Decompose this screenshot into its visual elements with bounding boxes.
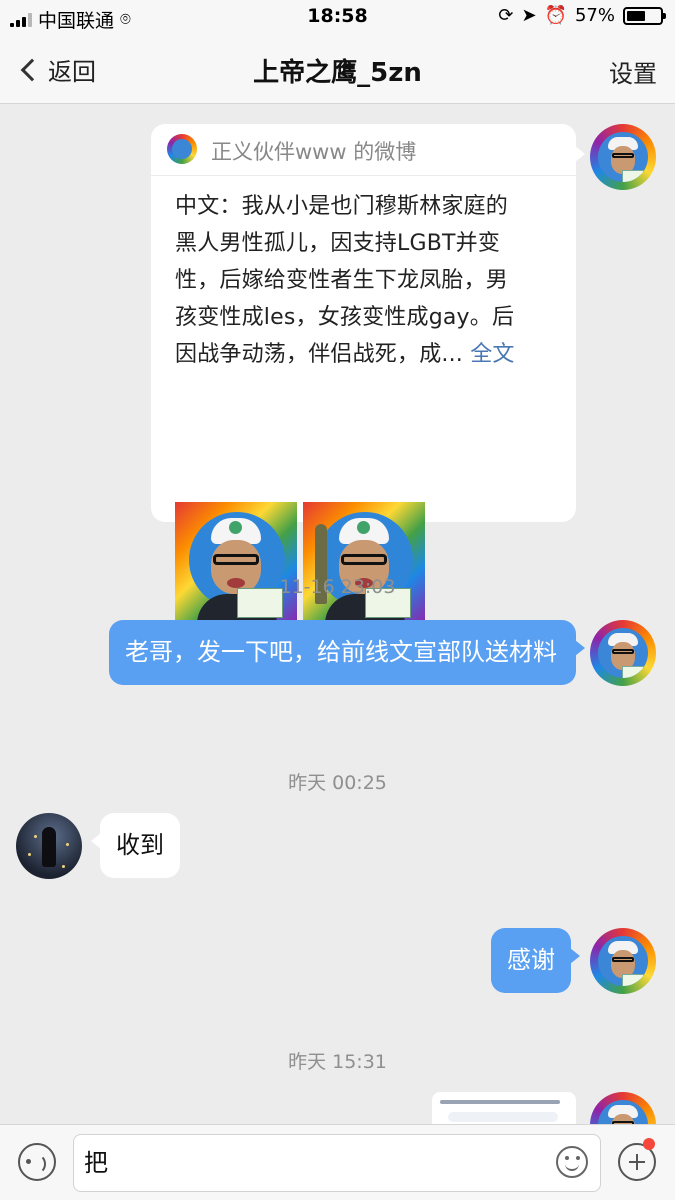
timestamp: 11-16 23:03 — [279, 576, 396, 598]
card-header: 正义伙伴www 的微博 — [151, 124, 576, 176]
card-line: 黑人男性孤儿，因支持LGBT并变 — [175, 231, 501, 256]
my-avatar[interactable] — [590, 620, 656, 686]
timestamp: 昨天 00:25 — [288, 772, 387, 794]
nav-bar: 返回 上帝之鹰_5zn 设置 — [0, 34, 675, 104]
full-text-link[interactable]: 全文 — [470, 342, 514, 367]
incoming-message[interactable]: 收到 — [91, 813, 180, 878]
my-avatar[interactable] — [590, 124, 656, 190]
card-last-line: 因战争动荡，伴侣战死，成... — [175, 342, 463, 367]
card-image[interactable] — [175, 502, 297, 624]
input-bar: 把 — [0, 1124, 675, 1200]
status-right: ⟳ ➤ ⏰ 57% — [498, 5, 666, 26]
card-line: 中文：我从小是也门穆斯林家庭的 — [175, 194, 509, 219]
message-input[interactable]: 把 — [73, 1134, 601, 1192]
card-image[interactable] — [303, 502, 425, 624]
voice-icon[interactable] — [18, 1143, 56, 1181]
battery-percent: 57% — [574, 5, 615, 26]
my-avatar[interactable] — [590, 928, 656, 994]
battery-icon — [623, 6, 666, 25]
emoji-icon[interactable] — [556, 1146, 588, 1178]
alarm-icon: ⏰ — [544, 5, 567, 26]
card-source: 正义伙伴www 的微博 — [211, 140, 417, 164]
shared-weibo-card[interactable]: 正义伙伴www 的微博 中文：我从小是也门穆斯林家庭的 黑人男性孤儿，因支持LG… — [151, 124, 585, 624]
settings-button[interactable]: 设置 — [609, 54, 657, 89]
notification-dot — [643, 1138, 655, 1150]
location-icon: ➤ — [521, 5, 537, 26]
card-line: 因战争动荡，伴侣战死，成... 全文 — [175, 336, 555, 373]
rotation-lock-icon: ⟳ — [498, 5, 514, 26]
card-line: 孩变性成les，女孩变性成gay。后 — [175, 305, 515, 330]
outgoing-message[interactable]: 感谢 — [491, 928, 580, 993]
card-body-text: 中文：我从小是也门穆斯林家庭的 黑人男性孤儿，因支持LGBT并变 性，后嫁给变性… — [175, 188, 555, 373]
card-line: 性，后嫁给变性者生下龙凤胎，男 — [175, 268, 509, 293]
source-avatar — [167, 134, 197, 164]
timestamp: 昨天 15:31 — [288, 1051, 387, 1073]
chat-title: 上帝之鹰_5zn — [253, 58, 422, 88]
contact-avatar[interactable] — [16, 813, 82, 879]
outgoing-message[interactable]: 老哥，发一下吧，给前线文宣部队送材料 — [109, 620, 585, 685]
status-bar: 中国联通 ⌾ 18:58 ⟳ ➤ ⏰ 57% — [0, 0, 675, 34]
